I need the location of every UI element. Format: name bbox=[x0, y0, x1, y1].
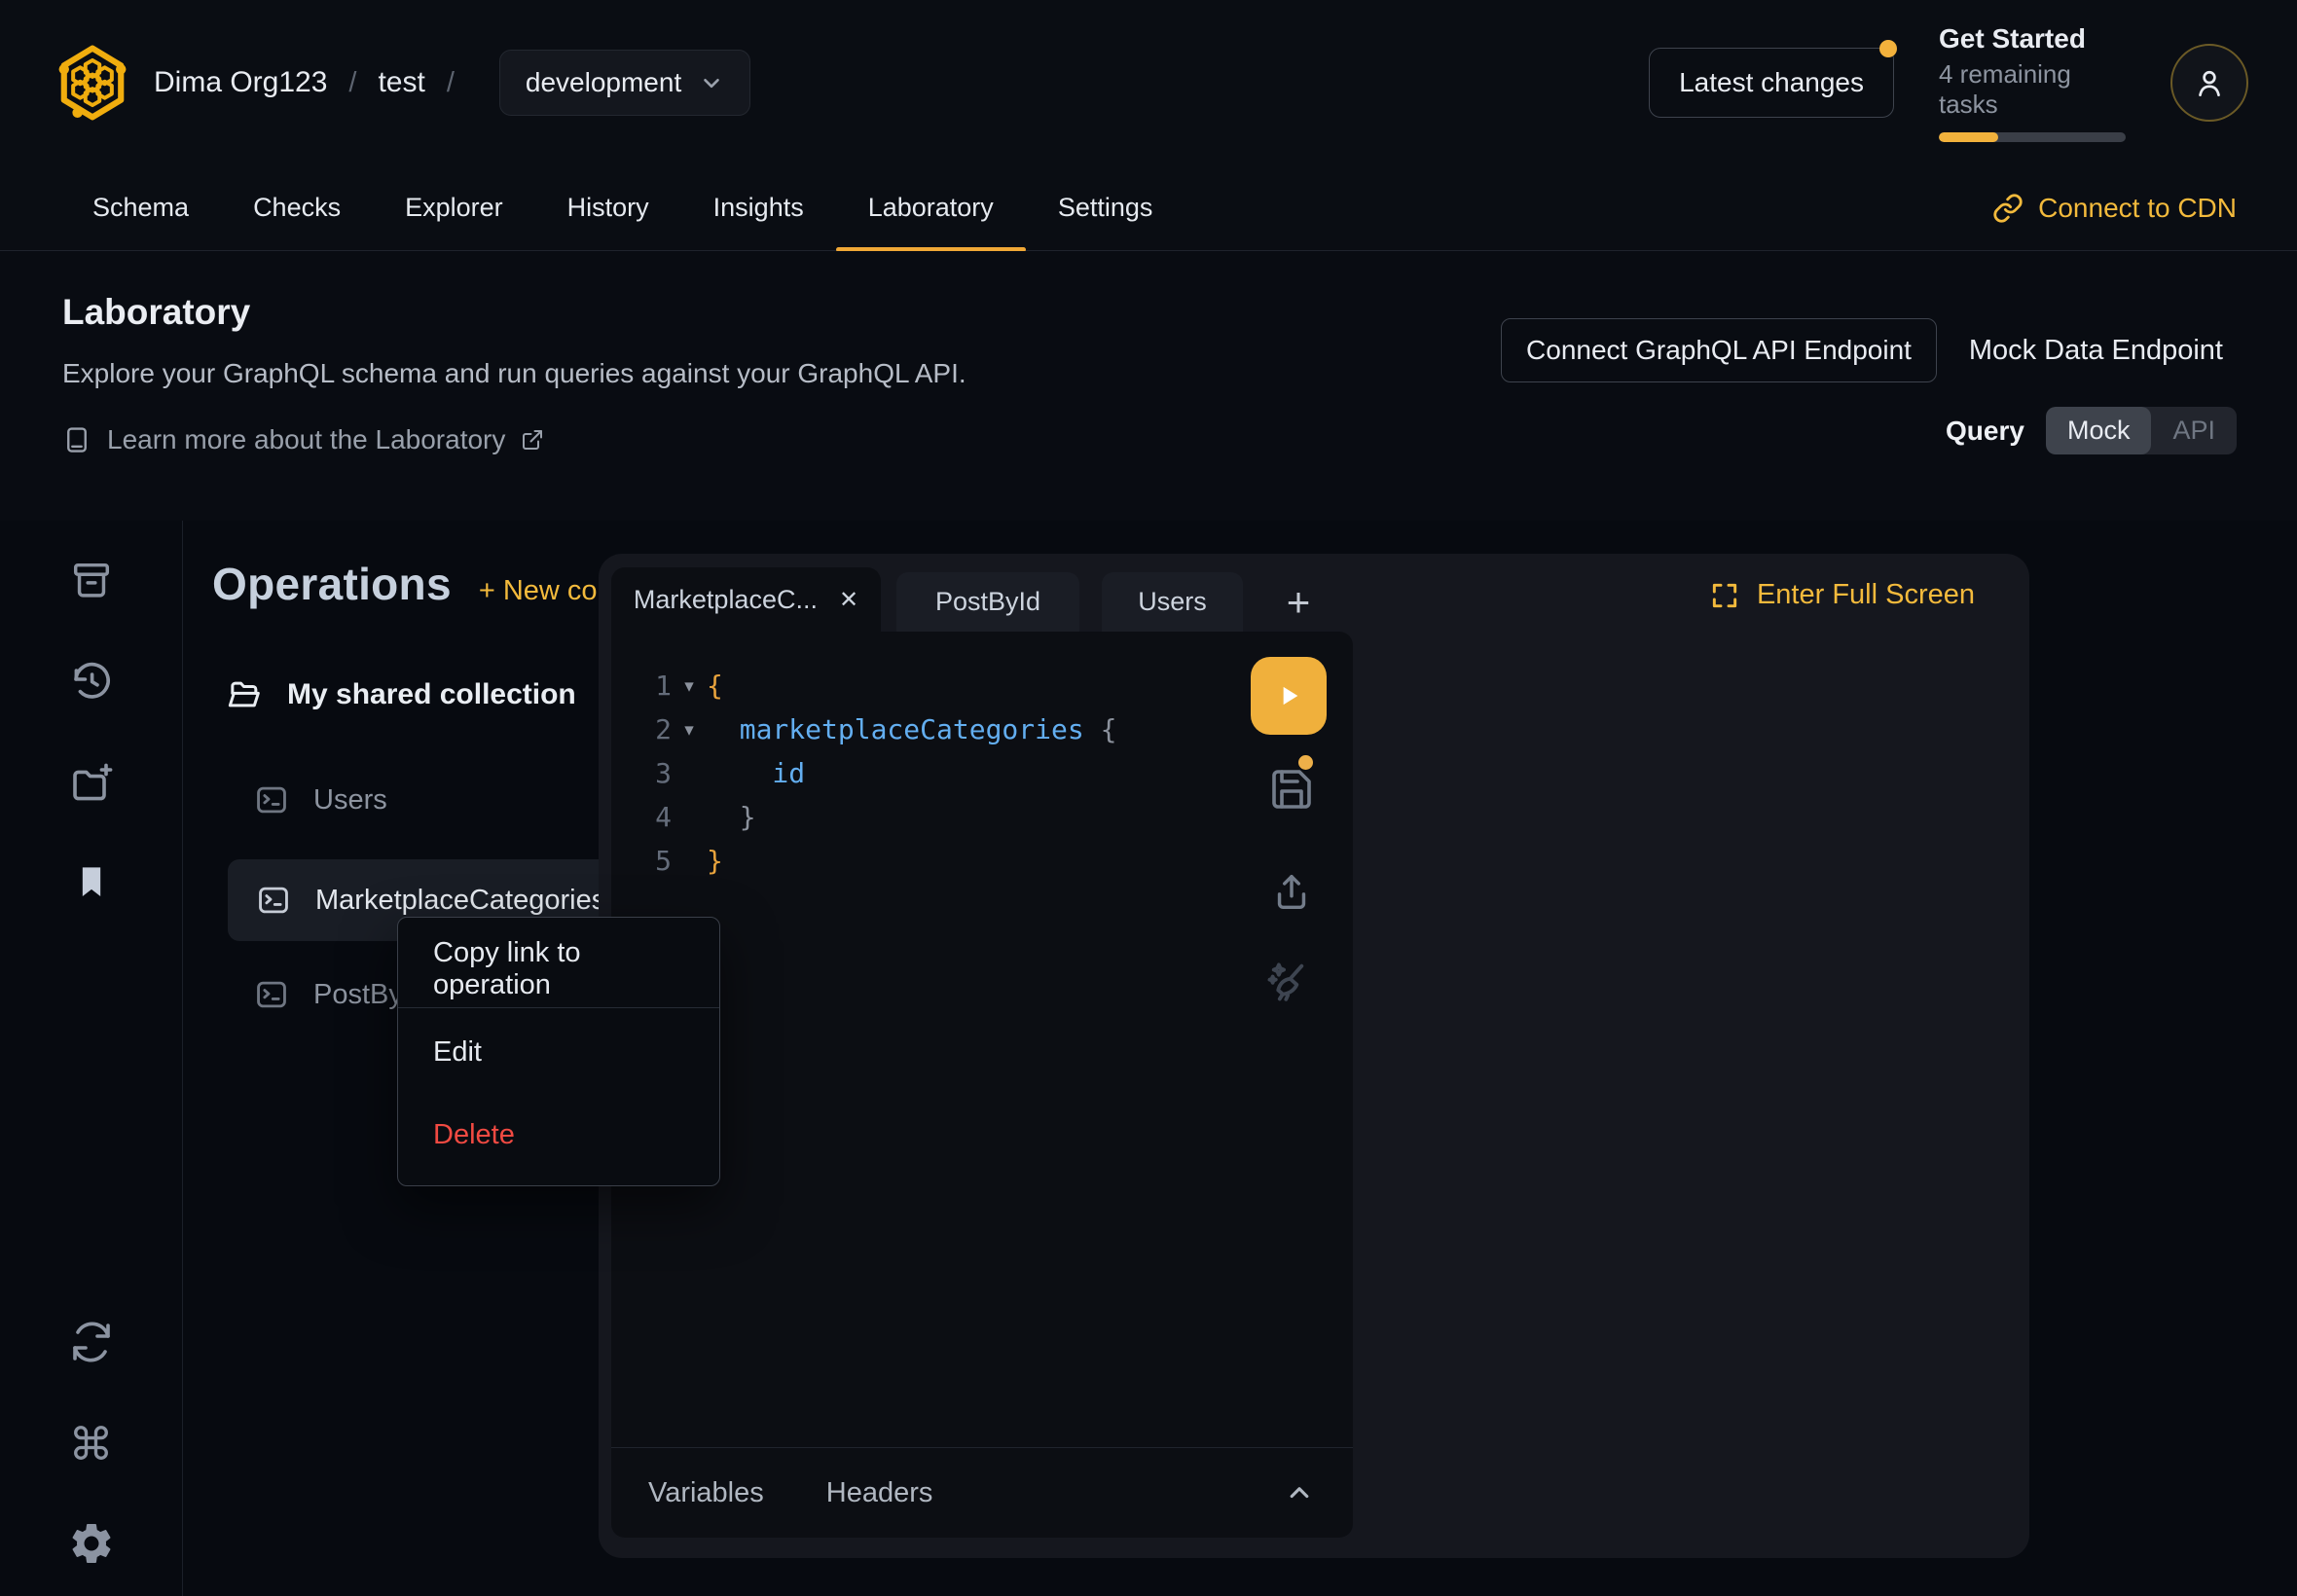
breadcrumb-org[interactable]: Dima Org123 bbox=[154, 66, 327, 99]
page-header: Laboratory Explore your GraphQL schema a… bbox=[0, 251, 2297, 521]
operation-label: Users bbox=[313, 784, 387, 816]
code-line: 2 ▾ marketplaceCategories { bbox=[611, 707, 1353, 751]
gear-icon[interactable] bbox=[67, 1519, 116, 1568]
operation-icon bbox=[253, 781, 290, 818]
tab-schema[interactable]: Schema bbox=[60, 165, 221, 250]
primary-tabs: Schema Checks Explorer History Insights … bbox=[0, 165, 2297, 251]
variables-headers-bar: Variables Headers bbox=[611, 1447, 1353, 1538]
code-line: 5 } bbox=[611, 839, 1353, 883]
get-started-subtitle: 4 remaining tasks bbox=[1939, 59, 2126, 120]
tab-insights[interactable]: Insights bbox=[681, 165, 836, 250]
tab-explorer[interactable]: Explorer bbox=[373, 165, 535, 250]
get-started-title: Get Started bbox=[1939, 23, 2126, 54]
get-started-progress-track bbox=[1939, 132, 2126, 142]
workbench-panel: Enter Full Screen MarketplaceC... ✕ Post… bbox=[599, 554, 2029, 1558]
fullscreen-icon bbox=[1709, 580, 1740, 611]
breadcrumb-separator: / bbox=[348, 67, 356, 99]
person-icon bbox=[2191, 64, 2228, 101]
enter-fullscreen-button[interactable]: Enter Full Screen bbox=[1709, 579, 1975, 611]
query-label: Query bbox=[1946, 416, 2024, 447]
page-description: Explore your GraphQL schema and run quer… bbox=[62, 358, 966, 389]
variables-tab[interactable]: Variables bbox=[648, 1477, 764, 1509]
variant-select[interactable]: development bbox=[499, 50, 750, 116]
new-tab-button[interactable]: + bbox=[1270, 572, 1327, 632]
tab-laboratory[interactable]: Laboratory bbox=[836, 165, 1026, 250]
query-mode-row: Query Mock API bbox=[1946, 407, 2237, 454]
close-tab-icon[interactable]: ✕ bbox=[839, 586, 858, 614]
operation-icon bbox=[255, 882, 292, 919]
code-line: 1 ▾ { bbox=[611, 664, 1353, 707]
code-line: 3 id bbox=[611, 751, 1353, 795]
operation-item-users[interactable]: Users bbox=[253, 770, 387, 830]
query-mode-api[interactable]: API bbox=[2151, 407, 2237, 454]
chevron-up-icon[interactable] bbox=[1283, 1476, 1316, 1509]
prettify-broom-icon[interactable] bbox=[1260, 955, 1313, 1007]
breadcrumb-separator: / bbox=[447, 67, 455, 99]
tab-settings[interactable]: Settings bbox=[1026, 165, 1185, 250]
fold-caret-icon[interactable]: ▾ bbox=[672, 675, 707, 697]
headers-tab[interactable]: Headers bbox=[826, 1477, 933, 1509]
operations-title: Operations bbox=[212, 558, 452, 610]
operation-icon bbox=[253, 976, 290, 1013]
learn-more-link[interactable]: Learn more about the Laboratory bbox=[62, 424, 966, 455]
connect-to-cdn-link[interactable]: Connect to CDN bbox=[1992, 165, 2237, 250]
editor-tab-marketplacecategories[interactable]: MarketplaceC... ✕ bbox=[611, 567, 881, 632]
progress-fill bbox=[1939, 132, 1998, 142]
get-started-widget[interactable]: Get Started 4 remaining tasks bbox=[1939, 23, 2126, 142]
save-operation-button[interactable] bbox=[1268, 766, 1315, 813]
fold-caret-icon[interactable]: ▾ bbox=[672, 719, 707, 741]
page-title: Laboratory bbox=[62, 292, 966, 333]
share-operation-button[interactable] bbox=[1269, 869, 1314, 914]
external-link-icon bbox=[521, 428, 544, 452]
new-collection-folder-icon[interactable] bbox=[68, 759, 115, 806]
menu-item-delete[interactable]: Delete bbox=[398, 1096, 719, 1174]
refresh-icon[interactable] bbox=[68, 1319, 115, 1365]
header-right: Latest changes Get Started 4 remaining t… bbox=[1649, 23, 2248, 142]
breadcrumb-graph[interactable]: test bbox=[378, 66, 424, 99]
schema-archive-icon[interactable] bbox=[69, 558, 114, 602]
connect-graphql-endpoint-button[interactable]: Connect GraphQL API Endpoint bbox=[1501, 318, 1937, 382]
chevron-down-icon bbox=[699, 70, 724, 95]
learn-more-label: Learn more about the Laboratory bbox=[107, 424, 505, 455]
operation-context-menu: Copy link to operation Edit Delete bbox=[397, 917, 720, 1186]
editor-tab-users[interactable]: Users bbox=[1102, 572, 1243, 632]
bookmark-icon[interactable] bbox=[72, 862, 111, 901]
variant-select-value: development bbox=[526, 67, 681, 98]
history-icon[interactable] bbox=[68, 658, 115, 705]
query-mode-toggle: Mock API bbox=[2046, 407, 2237, 454]
user-avatar[interactable] bbox=[2170, 44, 2248, 122]
code-line: 4 } bbox=[611, 795, 1353, 839]
tab-checks[interactable]: Checks bbox=[221, 165, 373, 250]
book-icon bbox=[62, 425, 91, 454]
link-icon bbox=[1992, 193, 2024, 224]
operation-label: MarketplaceCategories bbox=[315, 885, 605, 917]
icon-rail: ⌘ bbox=[0, 521, 182, 1596]
editor-tab-postbyid[interactable]: PostById bbox=[896, 572, 1079, 632]
query-mode-mock[interactable]: Mock bbox=[2046, 407, 2152, 454]
unsaved-changes-dot bbox=[1298, 755, 1313, 770]
collection-name: My shared collection bbox=[287, 678, 576, 711]
menu-item-edit[interactable]: Edit bbox=[398, 1008, 719, 1096]
command-shortcuts-icon[interactable]: ⌘ bbox=[69, 1422, 114, 1467]
play-icon bbox=[1273, 680, 1304, 711]
latest-changes-button[interactable]: Latest changes bbox=[1649, 48, 1894, 118]
run-query-button[interactable] bbox=[1251, 657, 1327, 735]
connect-cdn-label: Connect to CDN bbox=[2038, 193, 2237, 224]
query-editor[interactable]: 1 ▾ { 2 ▾ marketplaceCategories { 3 id 4… bbox=[611, 632, 1353, 1447]
app-header: Dima Org123 / test / development Latest … bbox=[0, 0, 2297, 165]
mock-data-endpoint-link[interactable]: Mock Data Endpoint bbox=[1969, 318, 2223, 382]
menu-item-copy-link[interactable]: Copy link to operation bbox=[398, 931, 719, 1007]
tab-history[interactable]: History bbox=[535, 165, 681, 250]
laboratory-main: ⌘ Operations + New collection My shared … bbox=[0, 521, 2297, 1596]
notification-dot bbox=[1879, 40, 1897, 57]
apollo-graphos-logo-icon[interactable] bbox=[56, 44, 128, 122]
fullscreen-label: Enter Full Screen bbox=[1757, 579, 1975, 611]
latest-changes-label: Latest changes bbox=[1679, 67, 1864, 97]
open-folder-icon bbox=[225, 675, 264, 714]
